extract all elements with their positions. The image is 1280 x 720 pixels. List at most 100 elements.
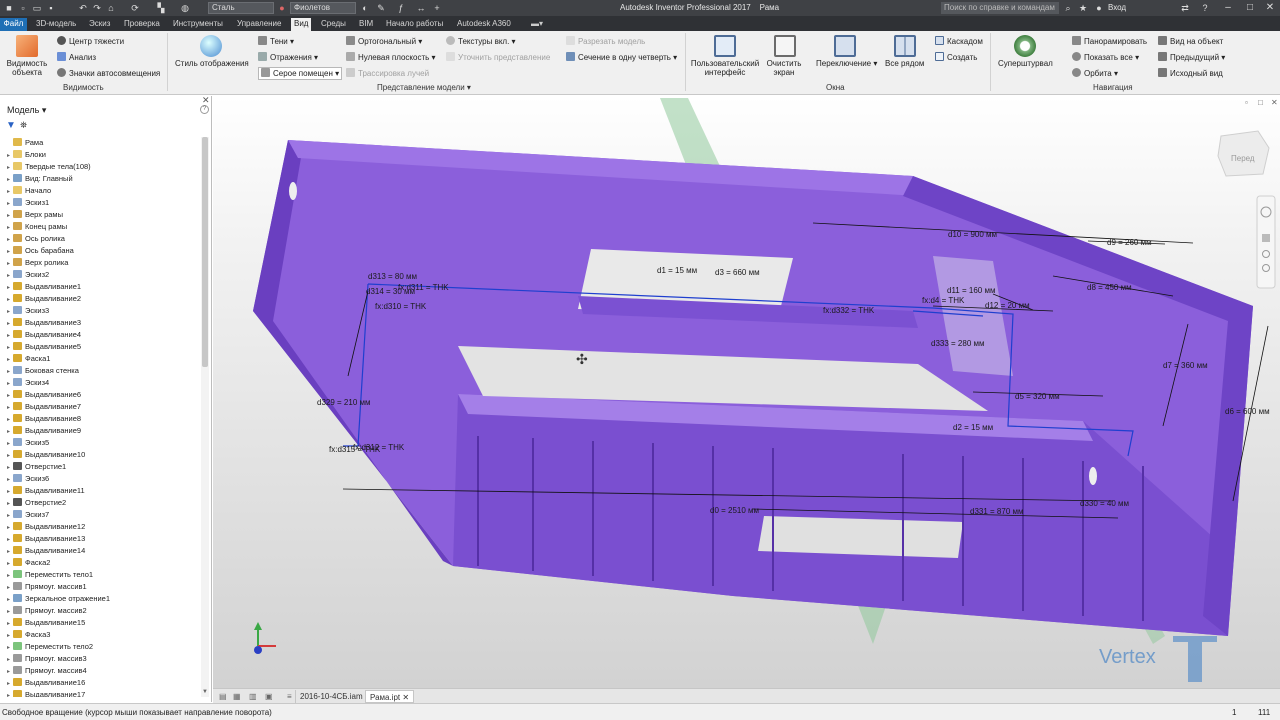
- tree-item[interactable]: ▸ Выдавливание12: [7, 521, 85, 533]
- help-search-input[interactable]: Поиск по справке и командам: [941, 2, 1059, 14]
- look-at-button[interactable]: Вид на объект: [1158, 36, 1223, 47]
- tree-item[interactable]: ▸ Прямоуг. массив1: [7, 581, 87, 593]
- dimension-d0[interactable]: d0 = 2510 мм: [710, 506, 759, 515]
- user-interface-button[interactable]: Пользовательский интерфейс: [690, 59, 760, 77]
- update-icon[interactable]: ⟳: [130, 3, 140, 13]
- clear-appearance-icon[interactable]: ◐: [360, 3, 370, 13]
- plus-icon[interactable]: +: [432, 3, 442, 13]
- fx-icon[interactable]: ƒ: [396, 3, 406, 13]
- properties-icon[interactable]: ◍: [180, 3, 190, 13]
- tab-sketch[interactable]: Эскиз: [86, 18, 113, 31]
- tree-item[interactable]: ▸ Выдавливание13: [7, 533, 85, 545]
- steeringwheel-button[interactable]: Суперштурвал: [998, 59, 1053, 69]
- switch-window-button[interactable]: Переключение ▾: [816, 59, 877, 69]
- dimension-d7[interactable]: d7 = 360 мм: [1163, 361, 1208, 370]
- object-visibility-button[interactable]: Видимость объекта: [4, 59, 50, 77]
- tree-item[interactable]: ▸ Выдавливание11: [7, 485, 85, 497]
- tree-item[interactable]: ▸ Эскиз1: [7, 197, 49, 209]
- tree-item[interactable]: ▸ Выдавливание2: [7, 293, 81, 305]
- dimension-d6[interactable]: d6 = 600 мм: [1225, 407, 1270, 416]
- tree-item[interactable]: ▸ Ось ролика: [7, 233, 65, 245]
- tab-get-started[interactable]: Начало работы: [383, 18, 446, 31]
- cascade-button[interactable]: Каскадом: [935, 36, 983, 47]
- analysis-button[interactable]: Анализ: [57, 52, 96, 63]
- home-view-button[interactable]: Исходный вид: [1158, 68, 1223, 79]
- filter-icon[interactable]: ▼: [6, 120, 16, 131]
- tile-vertical-icon[interactable]: ▥: [245, 690, 261, 703]
- auto-offset-icons-button[interactable]: Значки автосовмещения: [57, 68, 160, 79]
- tree-item[interactable]: ▸ Прямоуг. массив2: [7, 605, 87, 617]
- tree-item[interactable]: ▸ Твердые тела(108): [7, 161, 91, 173]
- tab-bim[interactable]: BIM: [356, 18, 376, 31]
- dimension-fx-d332[interactable]: fx:d332 = THK: [823, 306, 875, 315]
- tree-item[interactable]: ▸ Выдавливание8: [7, 413, 81, 425]
- redo-icon[interactable]: ↷: [92, 3, 102, 13]
- dimension-d330[interactable]: d330 = 40 мм: [1080, 499, 1129, 508]
- tree-item[interactable]: ▸ Верх ролика: [7, 257, 68, 269]
- dimension-d331[interactable]: d331 = 870 мм: [970, 507, 1023, 516]
- appearance-dropdown[interactable]: Фиолетов: [290, 2, 356, 14]
- help-icon[interactable]: ?: [1200, 3, 1210, 13]
- viewport-maximize-icon[interactable]: □: [1258, 98, 1263, 107]
- tree-item[interactable]: ▸ Выдавливание16: [7, 677, 85, 689]
- tab-view[interactable]: Вид: [291, 18, 312, 31]
- undo-icon[interactable]: ↶: [78, 3, 88, 13]
- viewcube[interactable]: Перед: [1217, 130, 1270, 177]
- split-model-button[interactable]: Разрезать модель: [566, 36, 645, 47]
- new-window-button[interactable]: Создать: [935, 52, 977, 63]
- model-canvas[interactable]: d10 = 900 мм d9 = 260 мм d8 = 450 мм d11…: [213, 96, 1280, 688]
- browser-scrollbar[interactable]: [201, 137, 209, 697]
- tab-inspect[interactable]: Проверка: [121, 18, 163, 31]
- navigation-bar[interactable]: [1256, 195, 1276, 289]
- ground-plane-button[interactable]: Нулевая плоскость ▾: [346, 52, 436, 63]
- zoom-all-button[interactable]: Показать все ▾: [1072, 52, 1139, 63]
- tab-environments[interactable]: Среды: [318, 18, 349, 31]
- tree-item[interactable]: ▸ Переместить тело2: [7, 641, 93, 653]
- app-menu-icon[interactable]: ■: [4, 3, 14, 13]
- star-icon[interactable]: ★: [1078, 3, 1088, 13]
- tree-item[interactable]: ▸ Фаска2: [7, 557, 50, 569]
- dimension-d1[interactable]: d1 = 15 мм: [657, 266, 697, 275]
- tree-item[interactable]: ▸ Эскиз5: [7, 437, 49, 449]
- tree-item[interactable]: ▸ Эскиз3: [7, 305, 49, 317]
- tile-button[interactable]: Все рядом: [885, 59, 924, 69]
- tree-item[interactable]: ▸ Выдавливание7: [7, 401, 81, 413]
- exchange-icon[interactable]: ⇄: [1180, 3, 1190, 13]
- tree-item[interactable]: ▸ Конец рамы: [7, 221, 67, 233]
- viewport-close-icon[interactable]: ✕: [1271, 98, 1278, 107]
- viewport-restore-icon[interactable]: ▫: [1245, 98, 1248, 107]
- tree-item[interactable]: ▸ Зеркальное отражение1: [7, 593, 110, 605]
- tab-3d-model[interactable]: 3D-модель: [33, 18, 79, 31]
- doc-tab-assembly[interactable]: 2016-10-4СБ.iam: [295, 690, 367, 703]
- dimension-fx-d310[interactable]: fx:d310 = THK: [375, 302, 427, 311]
- dimension-d329[interactable]: d329 = 210 мм: [317, 398, 370, 407]
- tree-item[interactable]: ▸ Фаска1: [7, 353, 50, 365]
- textures-button[interactable]: Текстуры вкл. ▾: [446, 36, 516, 47]
- tree-item[interactable]: ▸ Фаска3: [7, 629, 50, 641]
- lighting-style-dropdown[interactable]: Серое помещен ▾: [258, 67, 342, 80]
- ray-tracing-button[interactable]: Трассировка лучей: [346, 68, 429, 79]
- shadows-button[interactable]: Тени ▾: [258, 36, 294, 47]
- search-icon[interactable]: ⌕: [1063, 3, 1073, 13]
- help-icon[interactable]: ?: [200, 105, 209, 114]
- center-gravity-button[interactable]: Центр тяжести: [57, 36, 124, 47]
- open-icon[interactable]: ▭: [32, 3, 42, 13]
- doc-tab-frame[interactable]: Рама.ipt ✕: [365, 690, 415, 703]
- close-doc-icon[interactable]: ✕: [402, 693, 409, 702]
- orbit-button[interactable]: Орбита ▾: [1072, 68, 1118, 79]
- tree-item[interactable]: ▸ Верх рамы: [7, 209, 63, 221]
- measure-icon[interactable]: ↔: [416, 3, 426, 13]
- tree-item[interactable]: ▸ Прямоуг. массив4: [7, 665, 87, 677]
- tree-item[interactable]: ▸ Прямоуг. массив3: [7, 653, 87, 665]
- home-icon[interactable]: ⌂: [106, 3, 116, 13]
- find-icon[interactable]: ⛯: [20, 120, 27, 131]
- tree-item[interactable]: ▸ Вид: Главный: [7, 173, 73, 185]
- tree-item[interactable]: ▸ Выдавливание5: [7, 341, 81, 353]
- reflections-button[interactable]: Отражения ▾: [258, 52, 318, 63]
- select-icon[interactable]: ▚: [156, 3, 166, 13]
- maximize-button[interactable]: □: [1244, 2, 1256, 14]
- close-button[interactable]: ✕: [1264, 2, 1276, 14]
- tree-item[interactable]: Рама: [7, 137, 43, 149]
- dimension-d11[interactable]: d11 = 160 мм: [947, 286, 995, 295]
- material-dropdown[interactable]: Сталь: [208, 2, 274, 14]
